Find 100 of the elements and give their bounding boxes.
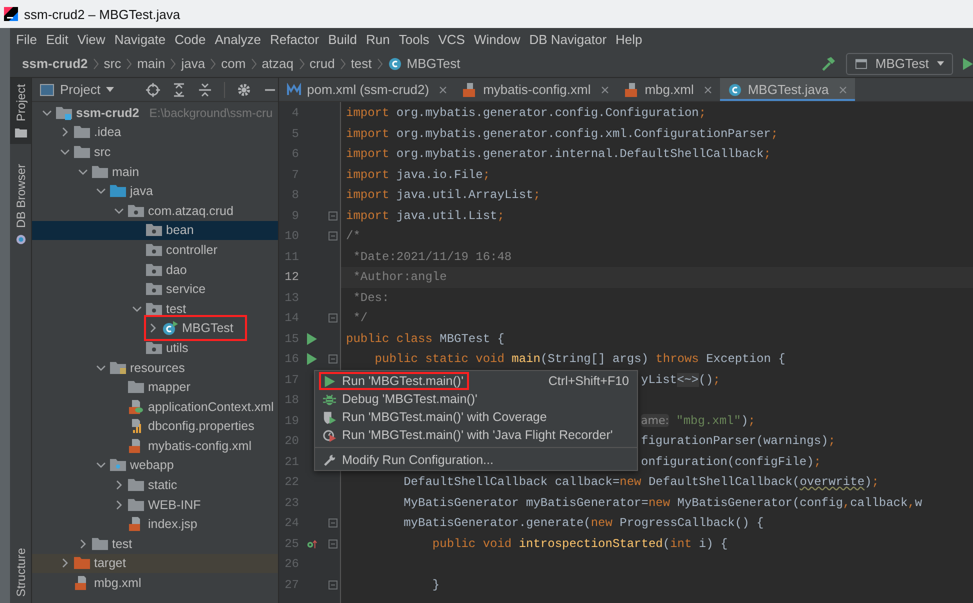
breadcrumb[interactable]: com [221,56,246,71]
menu-item[interactable]: Analyze [214,32,261,46]
breadcrumb[interactable]: test [350,56,372,71]
menu-item[interactable]: Modify Run Configuration... [315,451,637,469]
menu-item[interactable]: Run 'MBGTest.main()' with 'Java Flight Recorder' [315,426,637,444]
tree-row[interactable]: applicationContext.xml [32,396,278,416]
hammer-icon[interactable] [820,56,836,72]
close-icon[interactable] [704,86,712,94]
tree-row[interactable]: test [32,298,278,319]
tree-row[interactable]: WEB-INF [32,494,278,514]
chevron-down-icon[interactable] [96,186,106,196]
tree-row[interactable]: MBGTest [32,318,278,338]
close-icon[interactable] [600,86,609,94]
breadcrumb[interactable]: ssm-crud2 [22,56,88,71]
crosshair-icon[interactable] [146,82,160,96]
tree-row[interactable]: mapper [32,377,278,397]
fold-icon[interactable] [328,210,338,221]
tree-row[interactable]: index.jsp [32,514,278,534]
chevron-down-icon[interactable] [78,166,88,177]
panel-title[interactable]: Project [60,82,100,97]
tree-row[interactable]: ssm-crud2 E:\background\ssm-cru [32,103,278,123]
tree-row[interactable]: com.atzaq.crud [32,200,278,221]
side-tab[interactable]: Structure [10,542,31,603]
tree-row[interactable]: target [32,554,278,574]
menu-item[interactable]: Debug 'MBGTest.main()' [315,390,637,408]
menu-item[interactable]: Run 'MBGTest.main()' with Coverage [315,408,637,426]
chevron-down-icon[interactable] [96,362,106,373]
tree-row[interactable]: dbconfig.properties [32,416,278,436]
menu-item[interactable]: Build [328,32,358,46]
menu-item[interactable]: DB Navigator [529,32,607,46]
fold-icon[interactable] [328,313,338,324]
tree-row[interactable]: src [32,142,278,162]
tree-row[interactable]: java [32,181,278,201]
menu-item[interactable]: VCS [438,32,465,46]
side-tab[interactable]: Project [10,78,31,144]
run-icon[interactable] [307,332,317,345]
breadcrumb[interactable]: atzaq [262,56,294,71]
tree-row[interactable]: static [32,475,278,495]
settings-icon[interactable] [237,82,252,96]
tree-row[interactable]: webapp [32,456,278,476]
expand-all-icon[interactable] [172,82,186,96]
menu-item[interactable]: Window [474,32,520,46]
chevron-down-icon[interactable] [42,108,52,118]
fold-icon[interactable] [328,231,338,242]
menu-item[interactable]: Navigate [114,32,166,46]
menu-item[interactable]: Run 'MBGTest.main()' Ctrl+Shift+F10 [315,372,637,390]
menu-item[interactable]: View [77,32,106,46]
chevron-down-icon[interactable] [96,460,106,470]
breadcrumb[interactable]: java [181,56,206,71]
tree-row[interactable]: utils [32,338,278,358]
chevron-down-icon[interactable] [60,146,70,157]
run-icon[interactable] [963,58,973,70]
editor-tab[interactable]: mbg.xml [616,78,720,101]
breadcrumb[interactable]: crud [310,56,335,71]
menu-item[interactable]: Refactor [270,32,320,46]
breadcrumb[interactable]: main [137,56,166,71]
tree-row[interactable]: resources [32,358,278,378]
tree-row[interactable]: controller [32,240,278,260]
collapse-all-icon[interactable] [198,82,212,96]
code-line: /* [345,228,360,245]
tree-row[interactable]: mybatis-config.xml [32,436,278,456]
menu-item[interactable]: Edit [46,32,68,46]
fold-icon[interactable] [328,580,338,590]
chevron-right-icon[interactable] [114,500,124,510]
close-icon[interactable] [439,86,448,94]
chevron-down-icon[interactable] [132,304,142,314]
chevron-right-icon[interactable] [148,323,158,334]
editor-tab[interactable]: mybatis-config.xml [455,78,617,101]
chevron-right-icon[interactable] [78,538,88,549]
menu-item[interactable]: Run [366,32,390,46]
run-config-dropdown[interactable]: MBGTest [846,52,953,74]
tree-row[interactable]: service [32,279,278,299]
tree-row[interactable]: bean [32,220,278,240]
tree-row[interactable]: mbg.xml [32,573,278,593]
tree-row[interactable]: .idea [32,122,278,142]
menu-item[interactable]: File [16,32,37,46]
caret-icon[interactable] [106,87,114,92]
breadcrumb[interactable]: MBGTest [406,56,460,71]
editor-tab[interactable]: MBGTest.java [720,78,855,101]
breadcrumb[interactable]: src [104,56,122,71]
editor-tab[interactable]: pom.xml (ssm-crud2) [279,78,456,101]
tree-row[interactable]: dao [32,260,278,280]
close-icon[interactable] [838,86,847,94]
chevron-right-icon[interactable] [114,480,124,490]
chevron-down-icon[interactable] [114,206,124,216]
fold-icon[interactable] [328,354,338,364]
chevron-right-icon[interactable] [60,558,70,568]
menu-item[interactable]: Help [616,32,642,46]
fold-icon[interactable] [328,538,338,549]
implements-icon[interactable] [307,538,317,550]
run-icon[interactable] [307,353,317,366]
menu-item[interactable]: Code [174,32,206,46]
side-tab[interactable]: DB Browser [10,158,31,252]
tree-row[interactable]: main [32,162,278,182]
menu-item[interactable]: Tools [398,32,430,46]
code-line: */ [352,310,368,327]
class-icon [388,56,402,70]
fold-icon[interactable] [328,518,338,528]
tree-row[interactable]: test [32,534,278,554]
chevron-right-icon[interactable] [60,127,70,138]
